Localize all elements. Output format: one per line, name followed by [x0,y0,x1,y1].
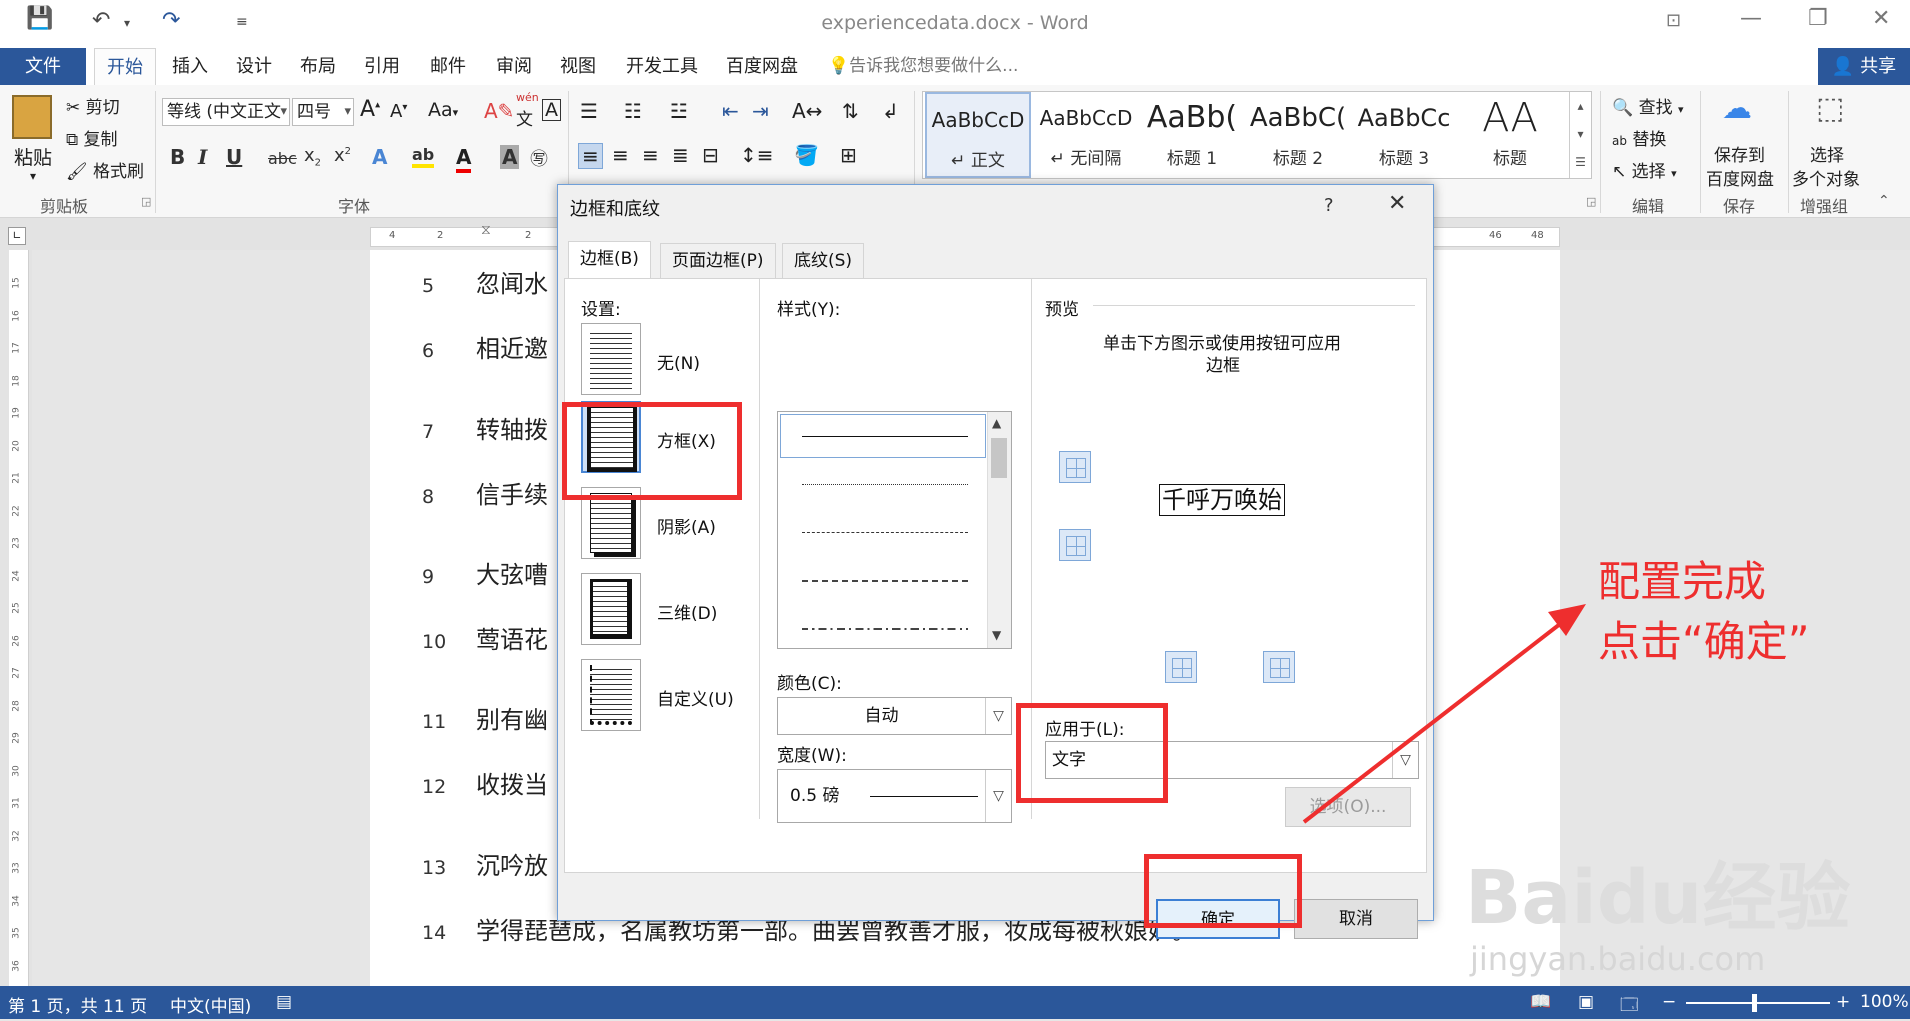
annotation-line-2: 点击“确定” [1598,617,1810,666]
annotation-line-1: 配置完成 [1598,557,1767,606]
annotation-text: 配置完成点击“确定” [1598,552,1810,672]
watermark-url: jingyan.baidu.com [1470,940,1766,978]
watermark-logo: Baidu经验 [1465,855,1851,941]
